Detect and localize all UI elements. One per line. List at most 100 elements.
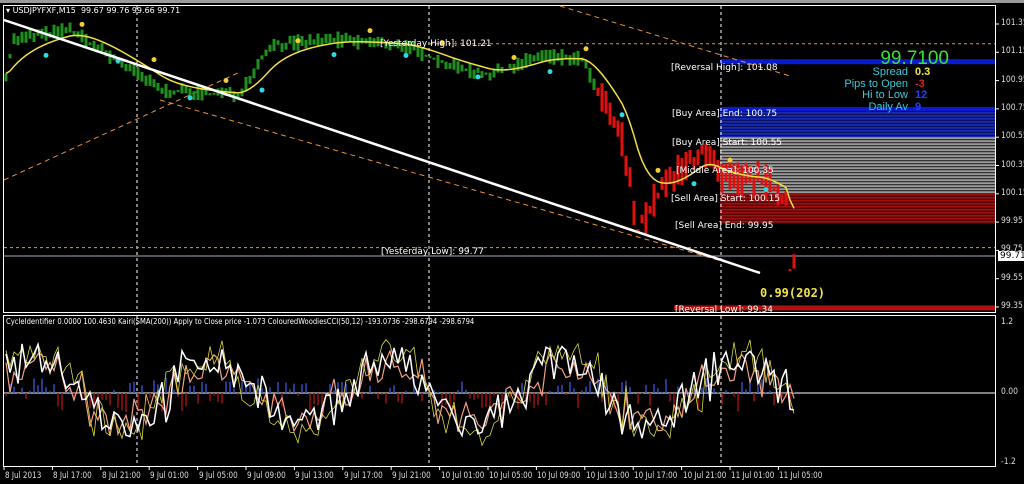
candle	[88, 42, 92, 46]
candle	[20, 31, 24, 43]
candle	[668, 166, 672, 185]
candle	[588, 68, 592, 83]
time-axis-label: 9 Jul 09:00	[247, 471, 286, 481]
candle	[156, 82, 160, 91]
sell-zone	[720, 216, 995, 218]
price-axis-label: 99.55	[1001, 272, 1023, 283]
time-axis-label: 9 Jul 05:00	[198, 471, 238, 481]
candle	[456, 61, 460, 74]
candle	[164, 83, 168, 99]
middle-zone	[720, 185, 995, 188]
level-sell-end: [Sell Area] End: 99.95	[675, 221, 774, 231]
candle	[16, 36, 20, 46]
candle	[176, 90, 180, 93]
signal-dot	[547, 69, 553, 75]
time-axis-label: 10 Jul 21:00	[682, 471, 726, 481]
price-axis-label: 100.55	[1001, 131, 1024, 142]
candle	[544, 49, 548, 61]
price-axis-label: 100.75	[1001, 102, 1024, 113]
candle	[108, 50, 112, 64]
candle	[624, 155, 628, 176]
sell-zone	[720, 208, 995, 211]
candle	[424, 54, 428, 57]
info-value: 0.3	[915, 66, 931, 78]
distance-label: 0.99(202)	[760, 286, 826, 300]
time-axis-label: 9 Jul 21:00	[392, 471, 431, 481]
candle	[268, 44, 272, 52]
sub-axis-label: 1.2	[1001, 317, 1014, 327]
candle	[440, 60, 444, 63]
level-buy-start: [Buy Area] Start: 100.55	[672, 138, 783, 148]
buy-zone	[720, 129, 995, 132]
price-axis-label: 100.15	[1001, 187, 1024, 198]
candle	[632, 200, 636, 226]
candle	[560, 49, 564, 66]
candle	[32, 32, 36, 43]
candle	[780, 194, 784, 204]
candle	[648, 205, 652, 214]
middle-zone	[720, 188, 995, 191]
signal-dot	[511, 55, 517, 61]
level-reversal-high: [Reversal High]: 101.08	[671, 63, 778, 73]
candle	[124, 63, 128, 72]
candle	[488, 72, 492, 81]
indicator-title: CycleIdentifier 0.0000 100.4630 Kairi(SM…	[6, 317, 475, 326]
time-axis-label: 10 Jul 01:00	[440, 471, 484, 481]
time-axis-label: 9 Jul 01:00	[150, 471, 189, 481]
candle	[708, 145, 712, 167]
signal-dot	[403, 52, 409, 58]
candle	[152, 79, 156, 88]
candle	[264, 49, 268, 57]
signal-dot	[619, 112, 625, 118]
info-value: -3	[915, 77, 925, 90]
time-axis-label: 10 Jul 09:00	[537, 471, 581, 481]
middle-zone	[720, 161, 995, 164]
candle	[608, 102, 612, 125]
price-axis-label: 100.95	[1001, 74, 1024, 85]
time-axis-label: 8 Jul 17:00	[53, 471, 93, 481]
candle	[432, 57, 436, 60]
candle	[548, 49, 552, 64]
candle	[792, 254, 796, 269]
sub-axis-label: 0.00	[1001, 387, 1019, 397]
candle	[308, 34, 312, 46]
candle	[552, 49, 556, 65]
signal-dot	[475, 74, 481, 80]
candle	[760, 178, 764, 185]
middle-zone	[720, 191, 995, 194]
price-axis-label: 100.35	[1001, 159, 1024, 170]
signal-dot	[655, 167, 661, 173]
candle	[532, 55, 536, 62]
middle-zone	[720, 158, 995, 161]
signal-dot	[223, 78, 229, 84]
candle	[536, 52, 540, 61]
candle	[656, 192, 660, 199]
buy-zone	[720, 119, 995, 121]
candle	[464, 68, 468, 71]
candle	[244, 76, 248, 91]
signal-dot	[79, 21, 85, 27]
candle	[472, 69, 476, 79]
candle	[444, 61, 448, 70]
candle	[468, 63, 472, 79]
signal-dot	[727, 157, 733, 163]
middle-zone	[720, 154, 995, 156]
candle	[276, 40, 280, 45]
candle	[212, 92, 216, 95]
info-label: Hi to Low	[862, 89, 908, 101]
candle	[28, 29, 32, 39]
middle-zone	[720, 151, 995, 153]
candle	[284, 42, 288, 50]
buy-zone	[720, 132, 995, 135]
info-label: Pips to Open	[844, 77, 908, 90]
candle	[592, 78, 596, 91]
candle	[428, 56, 432, 59]
sell-zone	[720, 207, 995, 209]
candle	[340, 34, 344, 48]
sell-zone	[720, 217, 995, 220]
signal-dot	[151, 57, 157, 63]
candle	[132, 64, 136, 76]
candle	[600, 83, 604, 112]
candle	[612, 116, 616, 128]
candle	[76, 31, 80, 38]
